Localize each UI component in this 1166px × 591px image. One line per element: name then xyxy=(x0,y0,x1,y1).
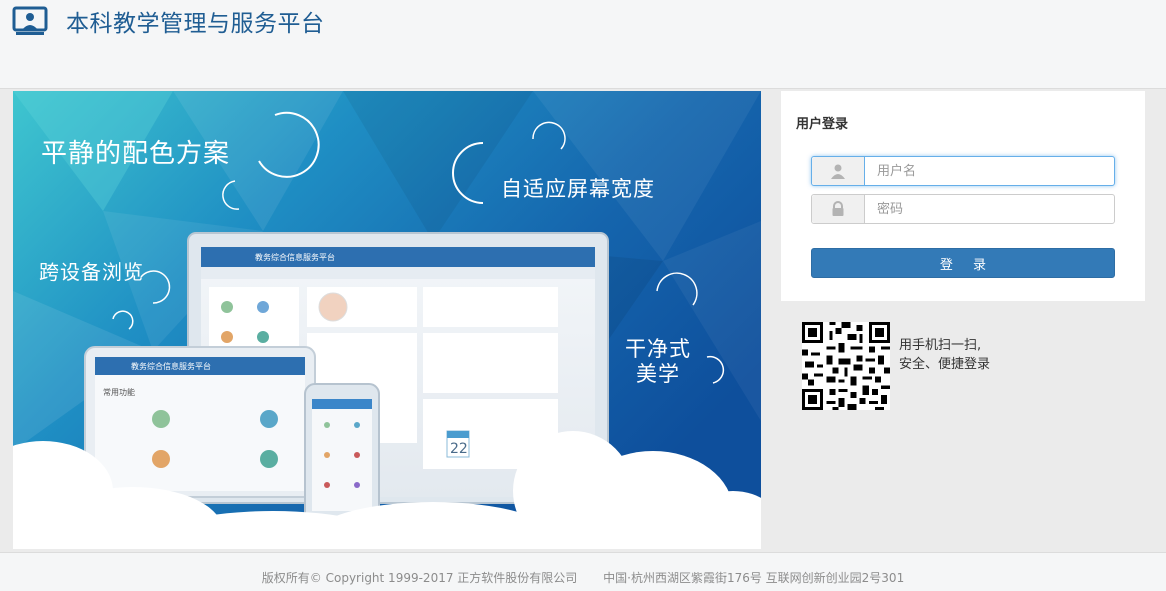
qr-line-2: 安全、便捷登录 xyxy=(899,357,991,372)
login-button[interactable]: 登 录 xyxy=(811,248,1115,278)
monitor-mock-title: 教务综合信息服务平台 xyxy=(255,253,335,262)
lock-icon xyxy=(812,195,865,223)
qr-code-icon xyxy=(802,322,890,410)
slogan-clean-line1: 干净式 xyxy=(625,337,691,361)
slogan-clean-line2: 美学 xyxy=(636,362,680,386)
login-heading: 用户登录 xyxy=(796,117,849,132)
user-icon xyxy=(812,157,865,185)
tablet-mock-section: 常用功能 xyxy=(103,388,135,397)
site-title: 本科教学管理与服务平台 xyxy=(66,11,325,37)
footer-copyright: 版权所有© Copyright 1999-2017 正方软件股份有限公司 xyxy=(261,571,578,585)
monitor-person-icon xyxy=(12,6,48,35)
page-header: 本科教学管理与服务平台 xyxy=(0,0,1166,88)
calendar-day: 22 xyxy=(450,441,468,457)
slogan-cross-device: 跨设备浏览 xyxy=(39,260,144,284)
footer-address: 中国·杭州西湖区紫霞街176号 互联网创新创业园2号301 xyxy=(603,571,905,585)
slogan-clean: 干净式 美学 xyxy=(625,337,691,387)
slogan-calm-colors: 平静的配色方案 xyxy=(41,139,231,169)
tablet-mock-title: 教务综合信息服务平台 xyxy=(131,362,211,371)
username-input[interactable] xyxy=(865,157,1114,185)
slogan-adaptive: 自适应屏幕宽度 xyxy=(501,177,655,201)
username-field-group xyxy=(811,156,1115,186)
page-footer: 版权所有© Copyright 1999-2017 正方软件股份有限公司 中国·… xyxy=(0,569,1166,586)
password-input[interactable] xyxy=(865,195,1114,223)
promo-banner: 22 教务综合信息服务平台 教务综合信息服务平台 常用功能 平静的配色方案 自适… xyxy=(13,91,761,549)
password-field-group xyxy=(811,194,1115,224)
login-panel: 用户登录 登 录 xyxy=(781,91,1145,301)
qr-line-1: 用手机扫一扫, xyxy=(899,338,982,353)
qr-instructions: 用手机扫一扫, 安全、便捷登录 xyxy=(899,336,990,374)
